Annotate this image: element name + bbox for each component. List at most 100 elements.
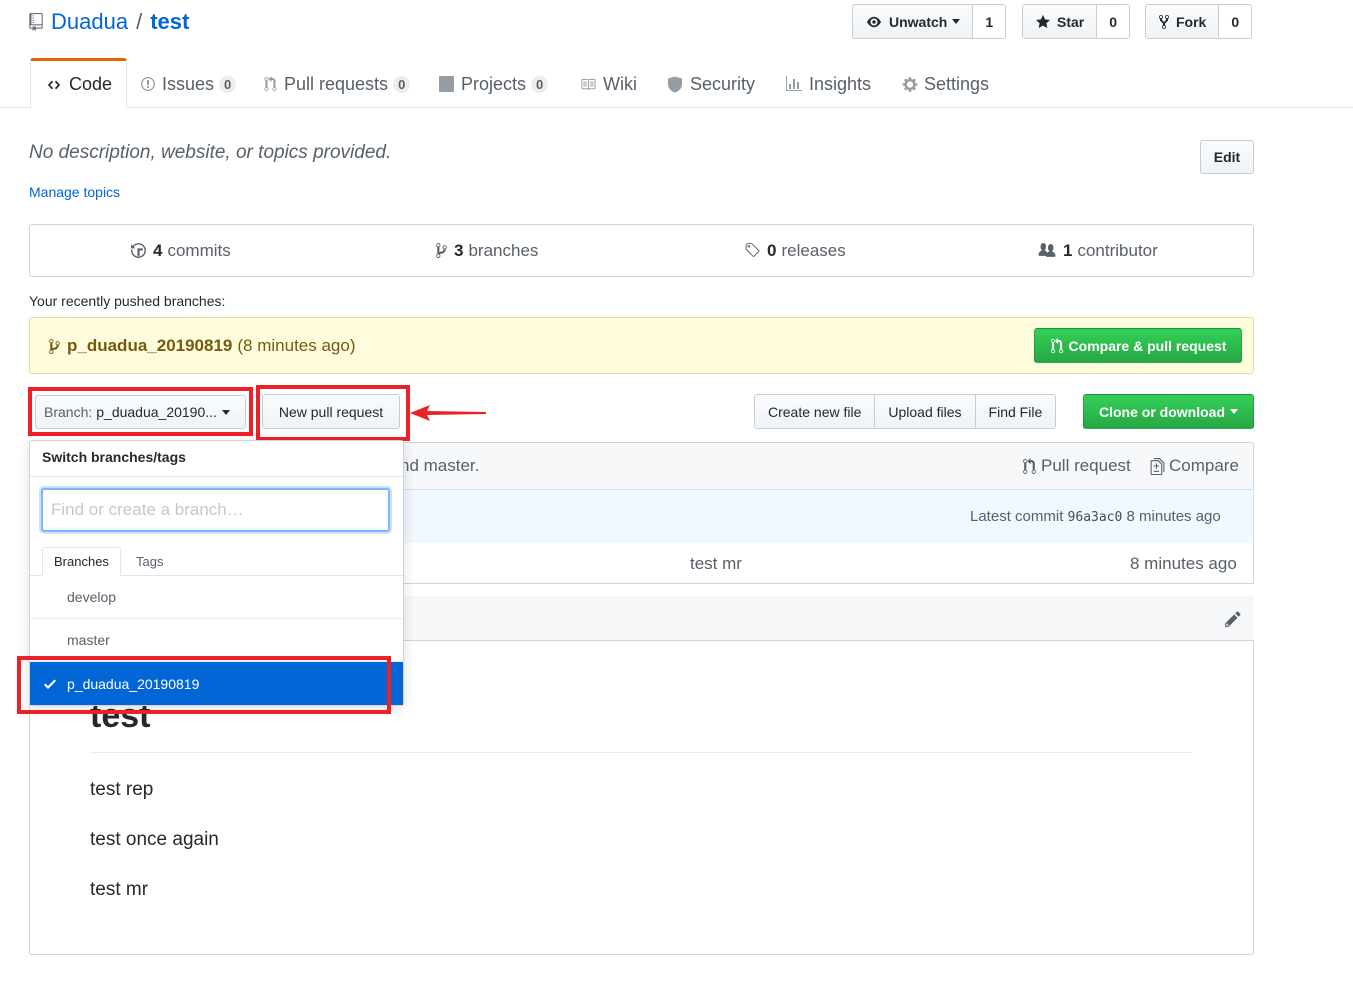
file-actions-group: Create new file Upload files Find File	[754, 394, 1057, 429]
tab-settings[interactable]: Settings	[902, 60, 989, 108]
projects-counter: 0	[531, 75, 549, 93]
releases-label: releases	[781, 240, 846, 260]
watch-button-group: Unwatch 1	[852, 4, 1007, 39]
compare-pull-request-button[interactable]: Compare & pull request	[1034, 328, 1242, 363]
readme-paragraph: test mr	[90, 879, 149, 900]
star-button[interactable]: Star	[1023, 5, 1098, 38]
repo-owner-link[interactable]: Duadua	[51, 9, 128, 35]
commit-sha-link[interactable]: 96a3ac0	[1068, 510, 1123, 525]
tab-pull-requests[interactable]: Pull requests 0	[263, 60, 411, 108]
annotation-highlight-new-pr	[256, 385, 410, 441]
edit-button[interactable]: Edit	[1200, 140, 1254, 174]
annotation-highlight-selected-branch	[17, 656, 391, 714]
issues-counter: 0	[219, 75, 237, 93]
repo-description: No description, website, or topics provi…	[29, 142, 392, 163]
repo-separator: /	[136, 9, 143, 34]
tab-wiki[interactable]: Wiki	[579, 60, 637, 108]
releases-count: 0	[767, 240, 777, 260]
unwatch-button[interactable]: Unwatch	[853, 5, 974, 38]
find-file-button[interactable]: Find File	[975, 395, 1056, 428]
recent-branch-info: p_duadua_20190819 (8 minutes ago)	[48, 336, 356, 356]
tab-security[interactable]: Security	[668, 60, 755, 108]
tab-issues-label: Issues	[162, 73, 215, 94]
tab-issues[interactable]: Issues 0	[140, 60, 237, 108]
branch-item-develop[interactable]: develop	[30, 576, 403, 619]
pull-request-link[interactable]: Pull request	[1022, 456, 1131, 476]
commits-link[interactable]: 4 commits	[130, 224, 231, 277]
book-icon	[581, 78, 596, 90]
fork-button[interactable]: Fork	[1146, 5, 1220, 38]
watchers-count[interactable]: 1	[973, 5, 1006, 38]
clone-label: Clone or download	[1099, 403, 1225, 420]
annotation-arrow-icon	[410, 405, 486, 421]
fork-label: Fork	[1176, 13, 1207, 30]
branches-label: branches	[468, 240, 539, 260]
repo-title: Duadua / test	[29, 7, 189, 37]
pull-request-icon	[1023, 457, 1036, 474]
latest-commit-prefix: Latest commit	[970, 508, 1064, 525]
repo-name-link[interactable]: test	[150, 9, 189, 35]
project-icon	[439, 76, 454, 92]
branch-item-label: master	[67, 632, 110, 648]
tab-settings-label: Settings	[924, 73, 990, 94]
pencil-icon[interactable]	[1224, 610, 1242, 628]
repo-icon	[29, 13, 43, 31]
compare-link[interactable]: Compare	[1150, 456, 1239, 476]
clone-or-download-button[interactable]: Clone or download	[1083, 394, 1254, 429]
branch-filter-input[interactable]	[41, 488, 390, 532]
tab-insights-label: Insights	[809, 73, 872, 94]
commits-count: 4	[153, 240, 163, 260]
branch-item-label: develop	[67, 589, 117, 605]
tab-projects[interactable]: Projects 0	[438, 60, 549, 108]
branches-link[interactable]: 3 branches	[435, 224, 538, 277]
graph-icon	[786, 76, 802, 91]
eye-icon	[867, 16, 881, 27]
branch-icon	[49, 338, 60, 354]
tab-projects-label: Projects	[461, 73, 527, 94]
recent-branch-name[interactable]: p_duadua_20190819	[67, 336, 232, 356]
tab-wiki-label: Wiki	[603, 73, 637, 94]
contributors-count: 1	[1063, 240, 1073, 260]
pull-request-link-label: Pull request	[1041, 456, 1131, 475]
tag-icon	[745, 243, 760, 257]
branches-count: 3	[454, 240, 464, 260]
recent-branch-time: (8 minutes ago)	[237, 336, 356, 355]
upload-files-button[interactable]: Upload files	[875, 395, 976, 428]
releases-link[interactable]: 0 releases	[744, 224, 846, 277]
people-icon	[1038, 243, 1056, 257]
compare-pull-request-label: Compare & pull request	[1068, 337, 1227, 354]
unwatch-label: Unwatch	[889, 13, 948, 30]
stars-count[interactable]: 0	[1097, 5, 1130, 38]
contributors-label: contributor	[1077, 240, 1158, 260]
tab-branches[interactable]: Branches	[42, 547, 121, 576]
tab-code-label: Code	[69, 74, 113, 94]
chevron-down-icon	[1230, 409, 1238, 414]
diff-icon	[1150, 457, 1165, 475]
gear-icon	[902, 76, 918, 92]
branch-status-text: nd master.	[400, 456, 480, 475]
manage-topics-link[interactable]: Manage topics	[29, 184, 120, 200]
tab-code[interactable]: Code	[30, 58, 128, 108]
tab-insights[interactable]: Insights	[785, 60, 871, 108]
tab-tags[interactable]: Tags	[125, 547, 174, 576]
star-label: Star	[1057, 13, 1085, 30]
forks-count[interactable]: 0	[1219, 5, 1252, 38]
contributors-link[interactable]: 1 contributor	[1037, 224, 1158, 277]
file-commit-message[interactable]: test mr	[690, 554, 742, 574]
fork-button-group: Fork 0	[1145, 4, 1253, 39]
readme-paragraph: test rep	[90, 779, 154, 800]
readme-divider	[90, 752, 1192, 753]
latest-commit-time: 8 minutes ago	[1126, 508, 1221, 525]
commits-label: commits	[167, 240, 231, 260]
tab-security-label: Security	[690, 73, 756, 94]
chevron-down-icon	[952, 19, 961, 24]
recent-branches-label: Your recently pushed branches:	[29, 293, 226, 309]
fork-icon	[1159, 14, 1169, 29]
star-icon	[1036, 14, 1050, 28]
issue-icon	[141, 77, 155, 91]
create-new-file-button[interactable]: Create new file	[755, 395, 876, 428]
compare-link-label: Compare	[1169, 456, 1239, 475]
star-button-group: Star 0	[1022, 4, 1131, 39]
code-icon	[47, 80, 61, 89]
tab-pull-requests-label: Pull requests	[284, 73, 389, 94]
